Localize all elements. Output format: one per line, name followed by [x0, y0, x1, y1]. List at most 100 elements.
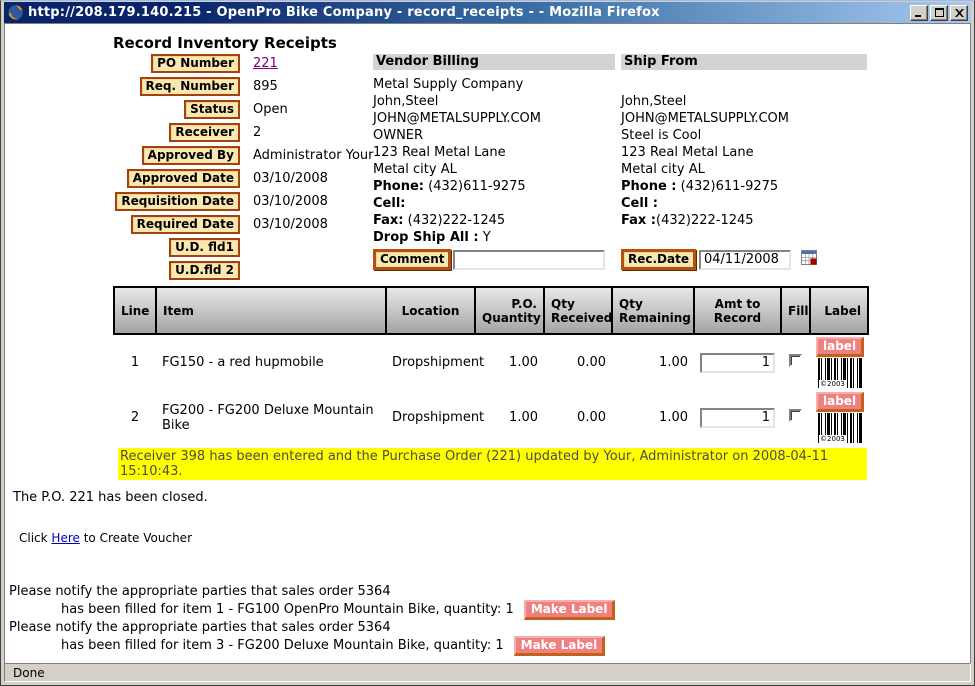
fill-checkbox[interactable]	[789, 409, 802, 422]
comment-button[interactable]: Comment	[373, 249, 451, 270]
ship-address1: 123 Real Metal Lane	[621, 144, 867, 161]
vendor-fax: Fax: (432)222-1245	[373, 212, 615, 229]
table-header-row: Line Item Location P.O. Quantity Qty Rec…	[114, 287, 868, 334]
required-date-button[interactable]: Required Date	[131, 215, 240, 234]
barcode-image: ©2003	[818, 413, 862, 443]
approved-by-button[interactable]: Approved By	[142, 146, 240, 165]
vendor-address2: Metal city AL	[373, 161, 615, 178]
ship-email: JOHN@METALSUPPLY.COM	[621, 110, 867, 127]
field-status: Status Open	[110, 98, 375, 121]
make-label-button[interactable]: Make Label	[514, 636, 606, 656]
col-header-line: Line	[114, 287, 156, 334]
ship-address2: Metal city AL	[621, 161, 867, 178]
rec-date-input[interactable]	[699, 250, 791, 270]
ship-cell: Cell :	[621, 195, 867, 212]
col-header-amt-to-record: Amt to Record	[694, 287, 781, 334]
field-requisition-date: Requisition Date 03/10/2008	[110, 190, 375, 213]
vendor-title: OWNER	[373, 127, 615, 144]
col-header-location: Location	[386, 287, 475, 334]
req-number-value: 895	[253, 79, 278, 94]
status-text: Done	[13, 666, 45, 680]
col-header-qty-received: Qty Received	[544, 287, 612, 334]
requisition-date-button[interactable]: Requisition Date	[115, 192, 240, 211]
ship-from-section: Ship From John,Steel JOHN@METALSUPPLY.CO…	[621, 54, 867, 270]
ship-blank-line2	[621, 229, 867, 246]
row-qty-remaining: 1.00	[612, 390, 694, 445]
ud-fld1-button[interactable]: U.D. fld1	[169, 238, 240, 257]
notify-detail-line: has been filled for item 3 - FG200 Delux…	[9, 637, 615, 655]
create-voucher-link[interactable]: Here	[51, 531, 79, 545]
ud-fld2-button[interactable]: U.D.fld 2	[169, 261, 240, 280]
amt-to-record-input[interactable]	[700, 353, 775, 373]
comment-input[interactable]	[453, 250, 605, 270]
po-closed-message: The P.O. 221 has been closed.	[13, 490, 208, 505]
approved-by-value: Administrator Your	[253, 148, 374, 163]
ship-contact: John,Steel	[621, 93, 867, 110]
col-header-qty-remaining: Qty Remaining	[612, 287, 694, 334]
req-number-button[interactable]: Req. Number	[140, 77, 240, 96]
field-receiver: Receiver 2	[110, 121, 375, 144]
receiver-notice-banner: Receiver 398 has been entered and the Pu…	[118, 448, 867, 480]
vendor-address1: 123 Real Metal Lane	[373, 144, 615, 161]
vendor-contact: John,Steel	[373, 93, 615, 110]
rec-date-row: Rec.Date	[621, 249, 867, 270]
field-ud-fld2: U.D.fld 2	[110, 259, 375, 282]
table-row: 1 FG150 - a red hupmobile Dropshipment 1…	[114, 334, 868, 390]
vendor-email: JOHN@METALSUPPLY.COM	[373, 110, 615, 127]
field-ud-fld1: U.D. fld1	[110, 236, 375, 259]
page-content: Record Inventory Receipts PO Number 221 …	[4, 23, 971, 663]
receiver-button[interactable]: Receiver	[169, 123, 240, 142]
comment-row: Comment	[373, 249, 615, 270]
ship-fax: Fax :(432)222-1245	[621, 212, 867, 229]
vendor-phone: Phone: (432)611-9275	[373, 178, 615, 195]
create-voucher-line: Click Here to Create Voucher	[19, 531, 192, 545]
ship-company2: Steel is Cool	[621, 127, 867, 144]
amt-to-record-input[interactable]	[700, 408, 775, 428]
label-button[interactable]: label	[816, 337, 864, 357]
required-date-value: 03/10/2008	[253, 217, 328, 232]
row-item: FG150 - a red hupmobile	[156, 334, 386, 390]
fill-checkbox[interactable]	[789, 354, 802, 367]
po-number-link[interactable]: 221	[253, 56, 278, 71]
status-bar: Done	[4, 663, 971, 682]
barcode-image: ©2003	[818, 358, 862, 388]
make-label-button[interactable]: Make Label	[524, 600, 616, 620]
ship-from-header: Ship From	[621, 54, 867, 70]
close-button[interactable]	[950, 5, 968, 21]
status-button[interactable]: Status	[184, 100, 240, 119]
row-location: Dropshipment	[386, 390, 475, 445]
approved-date-button[interactable]: Approved Date	[127, 169, 240, 188]
vendor-company: Metal Supply Company	[373, 76, 615, 93]
vendor-billing-section: Vendor Billing Metal Supply Company John…	[373, 54, 615, 270]
po-number-button[interactable]: PO Number	[151, 54, 240, 73]
vendor-dropship: Drop Ship All : Y	[373, 229, 615, 246]
row-location: Dropshipment	[386, 334, 475, 390]
field-req-number: Req. Number 895	[110, 75, 375, 98]
minimize-button[interactable]	[910, 5, 928, 21]
ship-blank-line	[621, 76, 867, 93]
firefox-icon	[7, 4, 24, 21]
requisition-date-value: 03/10/2008	[253, 194, 328, 209]
calendar-icon[interactable]	[801, 250, 817, 269]
row-po-quantity: 1.00	[475, 334, 544, 390]
window-title: http://208.179.140.215 - OpenPro Bike Co…	[28, 5, 908, 20]
page-title: Record Inventory Receipts	[113, 34, 337, 52]
ship-phone: Phone : (432)611-9275	[621, 178, 867, 195]
po-fields: PO Number 221 Req. Number 895 Status Ope…	[110, 52, 375, 282]
row-line-number: 2	[114, 390, 156, 445]
row-qty-received: 0.00	[544, 390, 612, 445]
label-button[interactable]: label	[816, 392, 864, 412]
rec-date-button[interactable]: Rec.Date	[621, 249, 696, 270]
row-qty-received: 0.00	[544, 334, 612, 390]
row-po-quantity: 1.00	[475, 390, 544, 445]
receipt-items-table: Line Item Location P.O. Quantity Qty Rec…	[113, 286, 869, 445]
vendor-billing-header: Vendor Billing	[373, 54, 615, 70]
approved-date-value: 03/10/2008	[253, 171, 328, 186]
receiver-value: 2	[253, 125, 261, 140]
col-header-label: Label	[810, 287, 868, 334]
fill-notifications: Please notify the appropriate parties th…	[9, 583, 615, 655]
row-item: FG200 - FG200 Deluxe Mountain Bike	[156, 390, 386, 445]
field-po-number: PO Number 221	[110, 52, 375, 75]
col-header-item: Item	[156, 287, 386, 334]
maximize-button[interactable]	[930, 5, 948, 21]
